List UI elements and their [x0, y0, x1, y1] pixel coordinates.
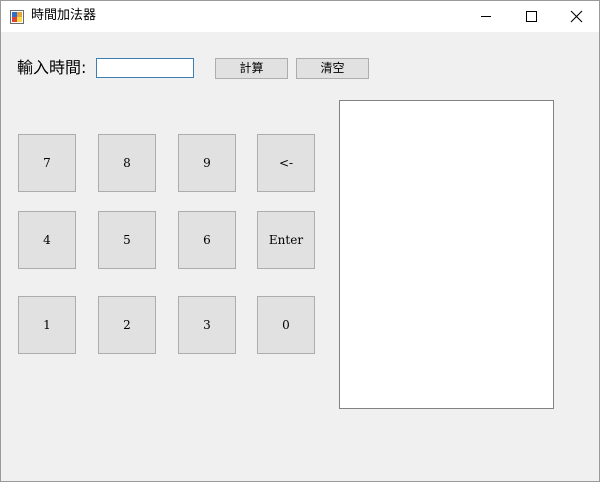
- enter-key[interactable]: Enter: [257, 211, 315, 269]
- key-9[interactable]: 9: [178, 134, 236, 192]
- key-4[interactable]: 4: [18, 211, 76, 269]
- key-7[interactable]: 7: [18, 134, 76, 192]
- maximize-button[interactable]: [508, 1, 554, 32]
- close-button[interactable]: [553, 1, 599, 32]
- maximize-icon: [526, 11, 537, 22]
- clear-button[interactable]: 清空: [296, 58, 369, 79]
- key-2[interactable]: 2: [98, 296, 156, 354]
- time-input-label: 輸入時間:: [17, 58, 87, 77]
- key-0[interactable]: 0: [257, 296, 315, 354]
- minimize-button[interactable]: [463, 1, 509, 32]
- time-input[interactable]: [96, 58, 194, 78]
- key-8[interactable]: 8: [98, 134, 156, 192]
- close-icon: [570, 10, 583, 23]
- output-textbox[interactable]: [339, 100, 554, 409]
- calculate-button[interactable]: 計算: [215, 58, 288, 79]
- backspace-key[interactable]: <-: [257, 134, 315, 192]
- app-icon: [10, 9, 24, 24]
- key-1[interactable]: 1: [18, 296, 76, 354]
- key-3[interactable]: 3: [178, 296, 236, 354]
- app-window: 時間加法器 輸入時間: 計算 清空 7 8 9 <- 4 5 6 Enter 1…: [0, 0, 600, 482]
- window-title: 時間加法器: [31, 8, 97, 23]
- title-bar[interactable]: 時間加法器: [1, 1, 599, 32]
- key-5[interactable]: 5: [98, 211, 156, 269]
- key-6[interactable]: 6: [178, 211, 236, 269]
- minimize-icon: [481, 16, 491, 17]
